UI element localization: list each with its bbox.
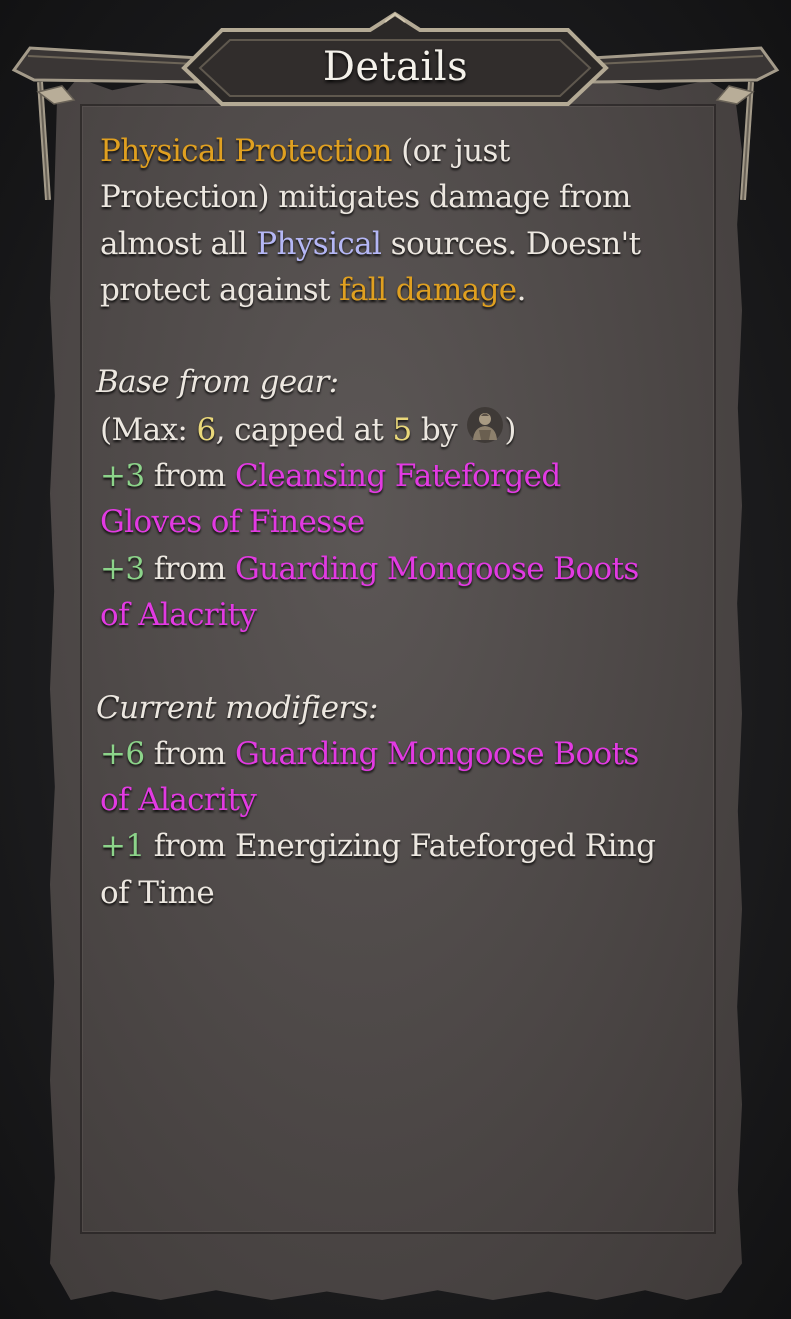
- modifier-item-2: +1 from Energizing Fateforged Ring: [100, 823, 700, 869]
- intro-text: almost all: [100, 225, 257, 262]
- from-label: from: [144, 828, 235, 865]
- modifier-item-1: +6 from Guarding Mongoose Boots: [100, 731, 700, 777]
- by-label: by: [411, 411, 467, 448]
- item-link-gloves[interactable]: Cleansing Fateforged: [235, 458, 561, 494]
- item-name-ring: of Time: [100, 874, 215, 911]
- keyword-fall-damage: fall damage: [339, 271, 517, 308]
- capped-label: , capped at: [215, 411, 393, 448]
- max-label: (Max:: [100, 411, 197, 448]
- keyword-physical: Physical: [256, 225, 382, 262]
- bonus-amount: +6: [100, 735, 145, 772]
- item-link-boots[interactable]: of Alacrity: [100, 782, 257, 818]
- panel-title: Details: [322, 44, 469, 90]
- intro-line-3: almost all Physical sources. Doesn't: [100, 221, 700, 267]
- max-value: 6: [196, 411, 217, 448]
- from-label: from: [144, 458, 235, 495]
- from-label: from: [144, 550, 235, 587]
- intro-line-4: protect against fall damage.: [100, 267, 700, 313]
- intro-text: (or just: [391, 133, 510, 169]
- intro-line-2: Protection) mitigates damage from: [100, 174, 700, 220]
- details-text: Physical Protection (or just Protection)…: [96, 128, 700, 916]
- close-paren: ): [504, 411, 516, 448]
- modifier-item-2-cont: of Time: [100, 870, 700, 916]
- base-item-2-cont: of Alacrity: [100, 592, 700, 638]
- cap-value: 5: [392, 411, 413, 448]
- bonus-amount: +3: [100, 550, 145, 587]
- item-name-ring: Energizing Fateforged Ring: [234, 828, 656, 865]
- keyword-physical-protection: Physical Protection: [100, 133, 392, 169]
- character-portrait-icon[interactable]: [466, 406, 504, 444]
- max-line: (Max: 6, capped at 5 by ): [100, 406, 700, 453]
- modifier-item-1-cont: of Alacrity: [100, 777, 700, 823]
- modifiers-heading: Current modifiers:: [96, 689, 378, 726]
- item-link-gloves[interactable]: Gloves of Finesse: [100, 504, 365, 540]
- base-item-2: +3 from Guarding Mongoose Boots: [100, 546, 700, 592]
- item-link-boots[interactable]: of Alacrity: [100, 597, 257, 633]
- intro-text: .: [516, 271, 527, 308]
- base-heading: Base from gear:: [96, 364, 339, 401]
- base-item-1: +3 from Cleansing Fateforged: [100, 453, 700, 499]
- intro-line-1: Physical Protection (or just: [100, 128, 700, 174]
- intro-text: sources. Doesn't: [381, 225, 641, 262]
- base-item-1-cont: Gloves of Finesse: [100, 499, 700, 545]
- intro-text: protect against: [100, 271, 340, 308]
- bonus-amount: +3: [100, 458, 145, 495]
- item-link-boots[interactable]: Guarding Mongoose Boots: [235, 736, 639, 772]
- item-link-boots[interactable]: Guarding Mongoose Boots: [235, 551, 639, 587]
- intro-text: Protection) mitigates damage from: [100, 179, 631, 216]
- bonus-amount: +1: [100, 828, 145, 865]
- from-label: from: [144, 735, 235, 772]
